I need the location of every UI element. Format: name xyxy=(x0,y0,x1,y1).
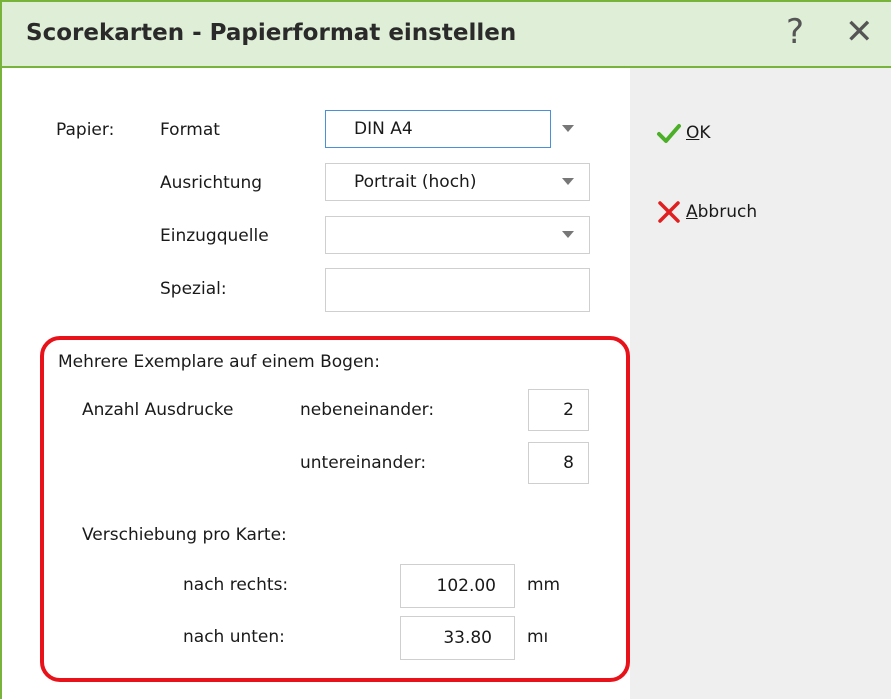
checkmark-icon xyxy=(657,124,681,143)
print-count-label: Anzahl Ausdrucke xyxy=(82,400,234,420)
right-offset-unit: mm xyxy=(527,575,561,595)
multi-copies-title: Mehrere Exemplare auf einem Bogen: xyxy=(58,352,380,372)
down-offset-unit: mı xyxy=(527,627,549,647)
paper-section-label: Papier: xyxy=(56,120,115,140)
ok-mnemonic: O xyxy=(686,123,700,143)
side-by-side-label: nebeneinander: xyxy=(300,400,435,420)
ok-label: OK xyxy=(686,123,711,143)
format-dropdown-icon[interactable] xyxy=(562,125,574,132)
ok-button[interactable]: OK xyxy=(656,120,711,146)
format-value: DIN A4 xyxy=(354,119,413,139)
format-label: Format xyxy=(160,120,220,140)
orientation-select[interactable]: Portrait (hoch) xyxy=(325,163,590,201)
orientation-value: Portrait (hoch) xyxy=(354,172,477,192)
orientation-label: Ausrichtung xyxy=(160,173,263,193)
cancel-label: Abbruch xyxy=(686,202,757,222)
right-offset-label: nach rechts: xyxy=(183,575,289,595)
title-bar[interactable]: Scorekarten - Papierformat einstellen ? … xyxy=(2,2,891,68)
cancel-button[interactable]: Abbruch xyxy=(656,199,757,225)
special-label: Spezial: xyxy=(160,279,227,299)
offset-title: Verschiebung pro Karte: xyxy=(82,525,287,545)
source-dropdown-icon[interactable] xyxy=(562,231,574,238)
window-title: Scorekarten - Papierformat einstellen xyxy=(26,20,517,46)
ok-label-rest: K xyxy=(699,123,711,143)
stacked-label: untereinander: xyxy=(300,453,427,473)
cancel-mnemonic: A xyxy=(686,202,698,222)
right-offset-input[interactable]: 102.00 xyxy=(400,564,515,608)
down-offset-value: 33.80 xyxy=(443,628,492,648)
right-offset-value: 102.00 xyxy=(436,576,496,596)
source-select[interactable] xyxy=(325,216,590,254)
special-input[interactable] xyxy=(325,268,590,312)
orientation-dropdown-icon[interactable] xyxy=(562,178,574,185)
format-select[interactable]: DIN A4 xyxy=(325,110,551,148)
side-by-side-input[interactable]: 2 xyxy=(528,389,589,431)
down-offset-input[interactable]: 33.80 xyxy=(400,616,515,660)
window-border-left xyxy=(0,0,2,699)
source-label: Einzugquelle xyxy=(160,226,269,246)
side-by-side-value: 2 xyxy=(563,400,574,420)
cancel-label-rest: bbruch xyxy=(697,202,758,222)
stacked-value: 8 xyxy=(563,453,574,473)
down-offset-label: nach unten: xyxy=(183,627,285,647)
stacked-input[interactable]: 8 xyxy=(528,442,589,484)
close-icon[interactable]: ✕ xyxy=(845,12,874,52)
cross-icon xyxy=(658,201,680,223)
help-icon[interactable]: ? xyxy=(786,12,804,52)
action-panel: OK Abbruch xyxy=(630,68,891,699)
